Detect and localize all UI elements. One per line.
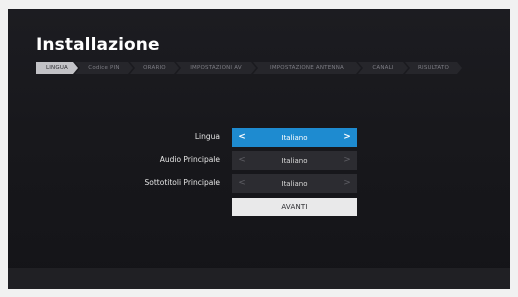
audio-label: Audio Principale <box>159 155 220 164</box>
lingua-selector[interactable]: < Italiano > <box>232 128 357 147</box>
lingua-label: Lingua <box>194 132 220 141</box>
chevron-right-icon[interactable]: > <box>343 179 351 188</box>
chevron-left-icon[interactable]: < <box>238 156 246 165</box>
lingua-value: Italiano <box>281 133 308 142</box>
language-form: Lingua < Italiano > Audio Principale < I… <box>8 9 510 289</box>
audio-selector[interactable]: < Italiano > <box>232 151 357 170</box>
sottotitoli-selector[interactable]: < Italiano > <box>232 174 357 193</box>
audio-value: Italiano <box>281 156 308 165</box>
tv-screen: Installazione LINGUA Codice PIN ORARIO I… <box>8 9 510 289</box>
chevron-left-icon[interactable]: < <box>238 133 246 142</box>
bottom-bar <box>8 268 510 289</box>
sottotitoli-label: Sottotitoli Principale <box>144 178 221 187</box>
avanti-button[interactable]: AVANTI <box>232 198 357 216</box>
chevron-right-icon[interactable]: > <box>343 156 351 165</box>
chevron-right-icon[interactable]: > <box>343 133 351 142</box>
chevron-left-icon[interactable]: < <box>238 179 246 188</box>
sottotitoli-value: Italiano <box>281 179 308 188</box>
